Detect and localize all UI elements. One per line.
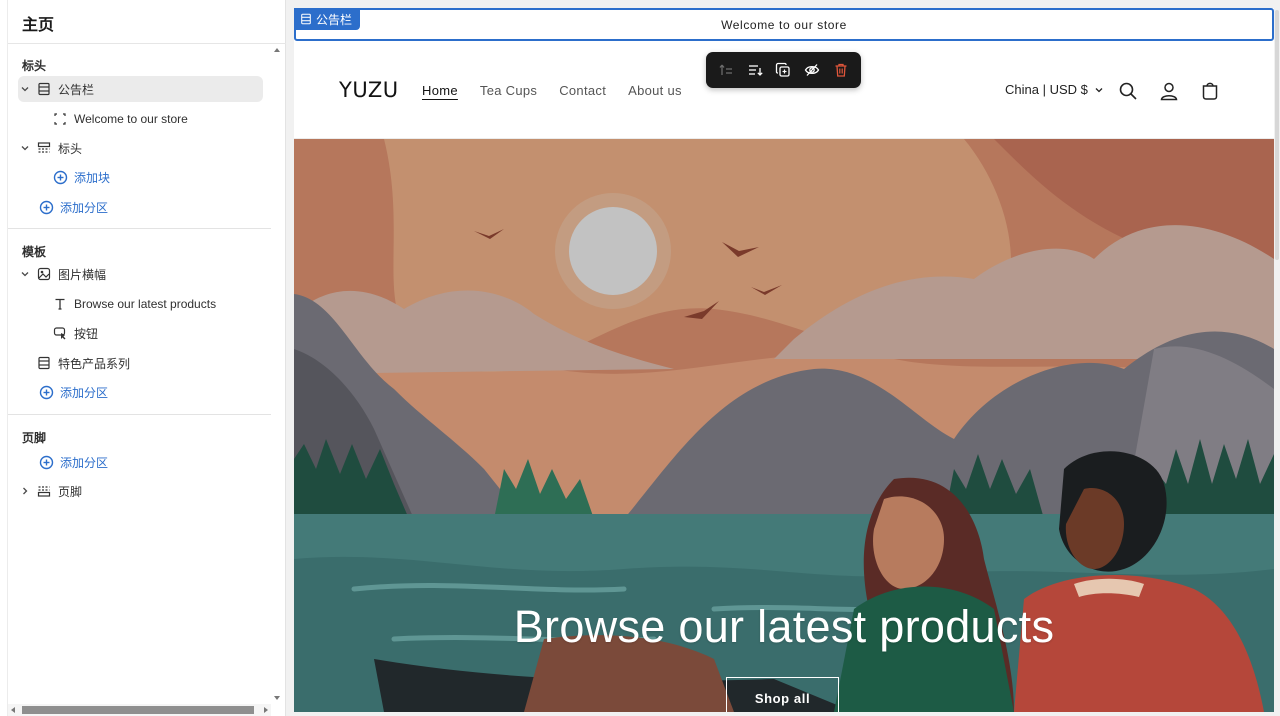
tree-item-label: Welcome to our store — [74, 112, 188, 126]
main-nav: Home Tea Cups Contact About us — [422, 83, 682, 98]
page-title: 主页 — [22, 17, 55, 34]
sidebar-vertical-scrollbar[interactable] — [271, 44, 285, 704]
tree-item-banner-heading[interactable]: Browse our latest products — [52, 291, 262, 317]
add-block-label: 添加块 — [74, 170, 111, 185]
theme-editor: 主页 标头 公告栏 Welcome to our store 标头 添加块 添加… — [0, 0, 1280, 716]
scroll-down-arrow-icon[interactable] — [274, 696, 280, 700]
tree-item-announcement-text[interactable]: Welcome to our store — [52, 106, 262, 132]
sidebar-horizontal-scrollbar[interactable] — [8, 704, 271, 716]
scrollbar-thumb[interactable] — [1275, 10, 1279, 260]
nav-link-contact[interactable]: Contact — [559, 83, 606, 98]
chevron-down-icon[interactable] — [18, 269, 32, 279]
selected-section-label: 公告栏 — [316, 12, 353, 27]
group-heading-template: 模板 — [22, 245, 47, 259]
tree-item-footer[interactable]: 页脚 — [18, 478, 263, 504]
tree-item-label: 特色产品系列 — [58, 356, 131, 371]
duplicate-icon[interactable] — [771, 58, 795, 82]
tree-item-featured-collection[interactable]: 特色产品系列 — [32, 350, 262, 376]
announcement-section-icon — [301, 13, 311, 25]
header-section-icon — [36, 140, 52, 156]
tree-item-label: Browse our latest products — [74, 297, 217, 311]
tree-item-image-banner[interactable]: 图片横幅 — [18, 261, 263, 287]
announcement-section-icon — [36, 81, 52, 97]
add-block-button[interactable]: 添加块 — [52, 164, 172, 190]
sidebar-edge — [0, 0, 8, 716]
move-up-icon[interactable] — [714, 58, 738, 82]
sections-tree: 标头 公告栏 Welcome to our store 标头 添加块 添加分区 … — [8, 44, 271, 704]
group-divider — [8, 414, 271, 415]
scroll-right-arrow-icon[interactable] — [264, 707, 268, 713]
chevron-down-icon[interactable] — [18, 84, 32, 94]
tree-item-header[interactable]: 标头 — [18, 135, 263, 161]
tree-item-label: 图片横幅 — [58, 267, 107, 282]
tree-item-announcement-bar[interactable]: 公告栏 — [18, 76, 263, 102]
account-icon[interactable] — [1157, 79, 1181, 103]
delete-icon[interactable] — [829, 58, 853, 82]
scrollbar-thumb[interactable] — [22, 706, 254, 714]
footer-section-icon — [36, 483, 52, 499]
plus-circle-icon — [52, 169, 68, 185]
shop-all-button[interactable]: Shop all — [726, 677, 839, 712]
store-logo[interactable]: YUZU — [339, 78, 399, 102]
chevron-down-icon — [1095, 87, 1103, 92]
selected-section-tag: 公告栏 — [294, 8, 361, 30]
announcement-bar[interactable]: Welcome to our store — [294, 8, 1274, 41]
add-section-button-footer[interactable]: 添加分区 — [38, 449, 158, 475]
collection-section-icon — [36, 355, 52, 371]
tree-item-label: 公告栏 — [58, 82, 95, 97]
sections-sidebar: 主页 标头 公告栏 Welcome to our store 标头 添加块 添加… — [0, 0, 286, 716]
move-down-icon[interactable] — [743, 58, 767, 82]
hide-icon[interactable] — [800, 58, 824, 82]
tree-item-banner-button[interactable]: 按钮 — [52, 320, 262, 346]
image-section-icon — [36, 266, 52, 282]
tree-item-label: 页脚 — [58, 484, 83, 499]
tree-item-label: 标头 — [58, 141, 83, 156]
scroll-up-arrow-icon[interactable] — [274, 48, 280, 52]
chevron-right-icon[interactable] — [18, 486, 32, 496]
add-section-label: 添加分区 — [60, 455, 109, 470]
plus-circle-icon — [38, 384, 54, 400]
text-icon — [52, 296, 68, 312]
plus-circle-icon — [38, 199, 54, 215]
section-toolbar — [706, 52, 861, 88]
hero-heading: Browse our latest products — [513, 601, 1055, 652]
currency-label: China | USD $ — [1005, 82, 1088, 97]
add-section-button-template[interactable]: 添加分区 — [38, 379, 158, 405]
group-heading-footer: 页脚 — [22, 431, 47, 445]
preview-scrollbar[interactable] — [1274, 0, 1280, 716]
add-section-button-header[interactable]: 添加分区 — [38, 194, 158, 220]
nav-link-home[interactable]: Home — [422, 83, 458, 98]
block-icon — [52, 111, 68, 127]
nav-link-about-us[interactable]: About us — [628, 83, 682, 98]
image-banner[interactable]: Browse our latest products Shop all — [294, 139, 1274, 712]
plus-circle-icon — [38, 454, 54, 470]
button-block-icon — [52, 325, 68, 341]
scroll-left-arrow-icon[interactable] — [11, 707, 15, 713]
nav-link-tea-cups[interactable]: Tea Cups — [480, 83, 537, 98]
currency-selector[interactable]: China | USD $ — [1005, 82, 1104, 97]
group-divider — [8, 228, 271, 229]
tree-item-label: 按钮 — [74, 326, 99, 341]
add-section-label: 添加分区 — [60, 200, 109, 215]
cart-icon[interactable] — [1198, 79, 1222, 103]
search-icon[interactable] — [1116, 79, 1140, 103]
add-section-label: 添加分区 — [60, 385, 109, 400]
group-heading-header: 标头 — [22, 59, 47, 73]
chevron-down-icon[interactable] — [18, 143, 32, 153]
announcement-text: Welcome to our store — [721, 17, 847, 32]
store-preview: Welcome to our store 公告栏 YUZU Home Tea C… — [294, 8, 1274, 712]
